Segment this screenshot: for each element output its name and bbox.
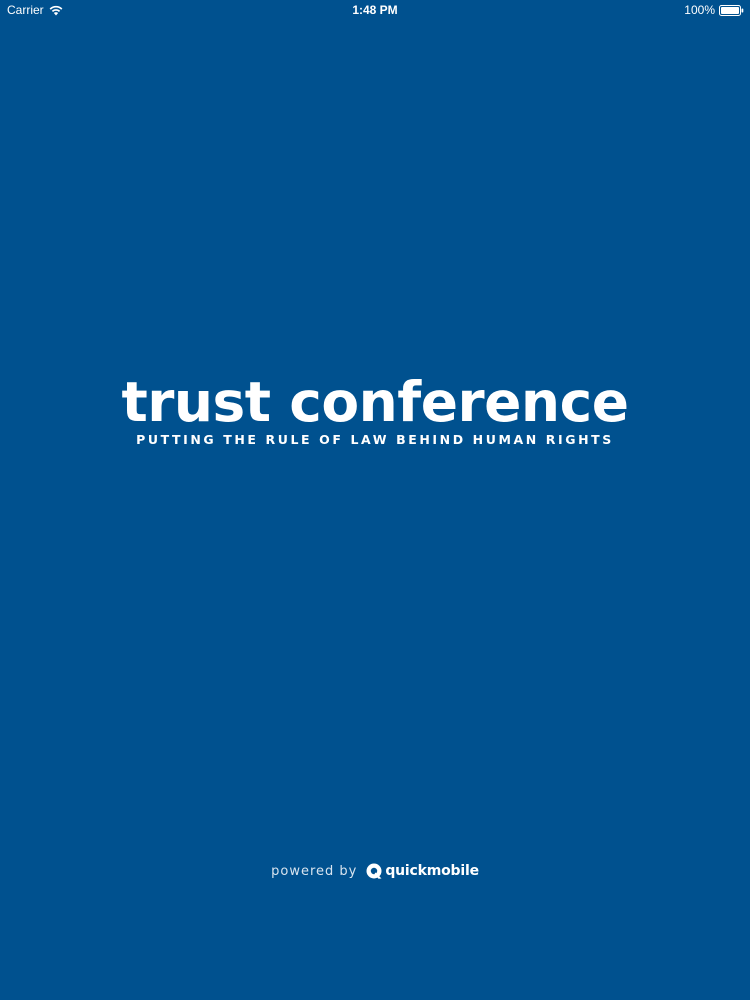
battery-icon <box>719 4 744 16</box>
quickmobile-brand: quickmobile <box>365 862 479 880</box>
quickmobile-logo-icon <box>365 862 383 880</box>
status-right: 100% <box>684 3 744 17</box>
logo-tagline: PUTTING THE RULE OF LAW BEHIND HUMAN RIG… <box>136 432 614 447</box>
quickmobile-name: quickmobile <box>385 863 479 879</box>
battery-percent: 100% <box>684 3 715 17</box>
status-bar: Carrier 1:48 PM 100% <box>0 0 750 20</box>
powered-by-label: powered by <box>271 863 358 879</box>
powered-by-footer: powered by quickmobile <box>0 862 750 880</box>
logo-title: trust conference <box>121 370 629 434</box>
conference-logo: trust conference PUTTING THE RULE OF LAW… <box>0 372 750 447</box>
status-time: 1:48 PM <box>352 3 398 17</box>
